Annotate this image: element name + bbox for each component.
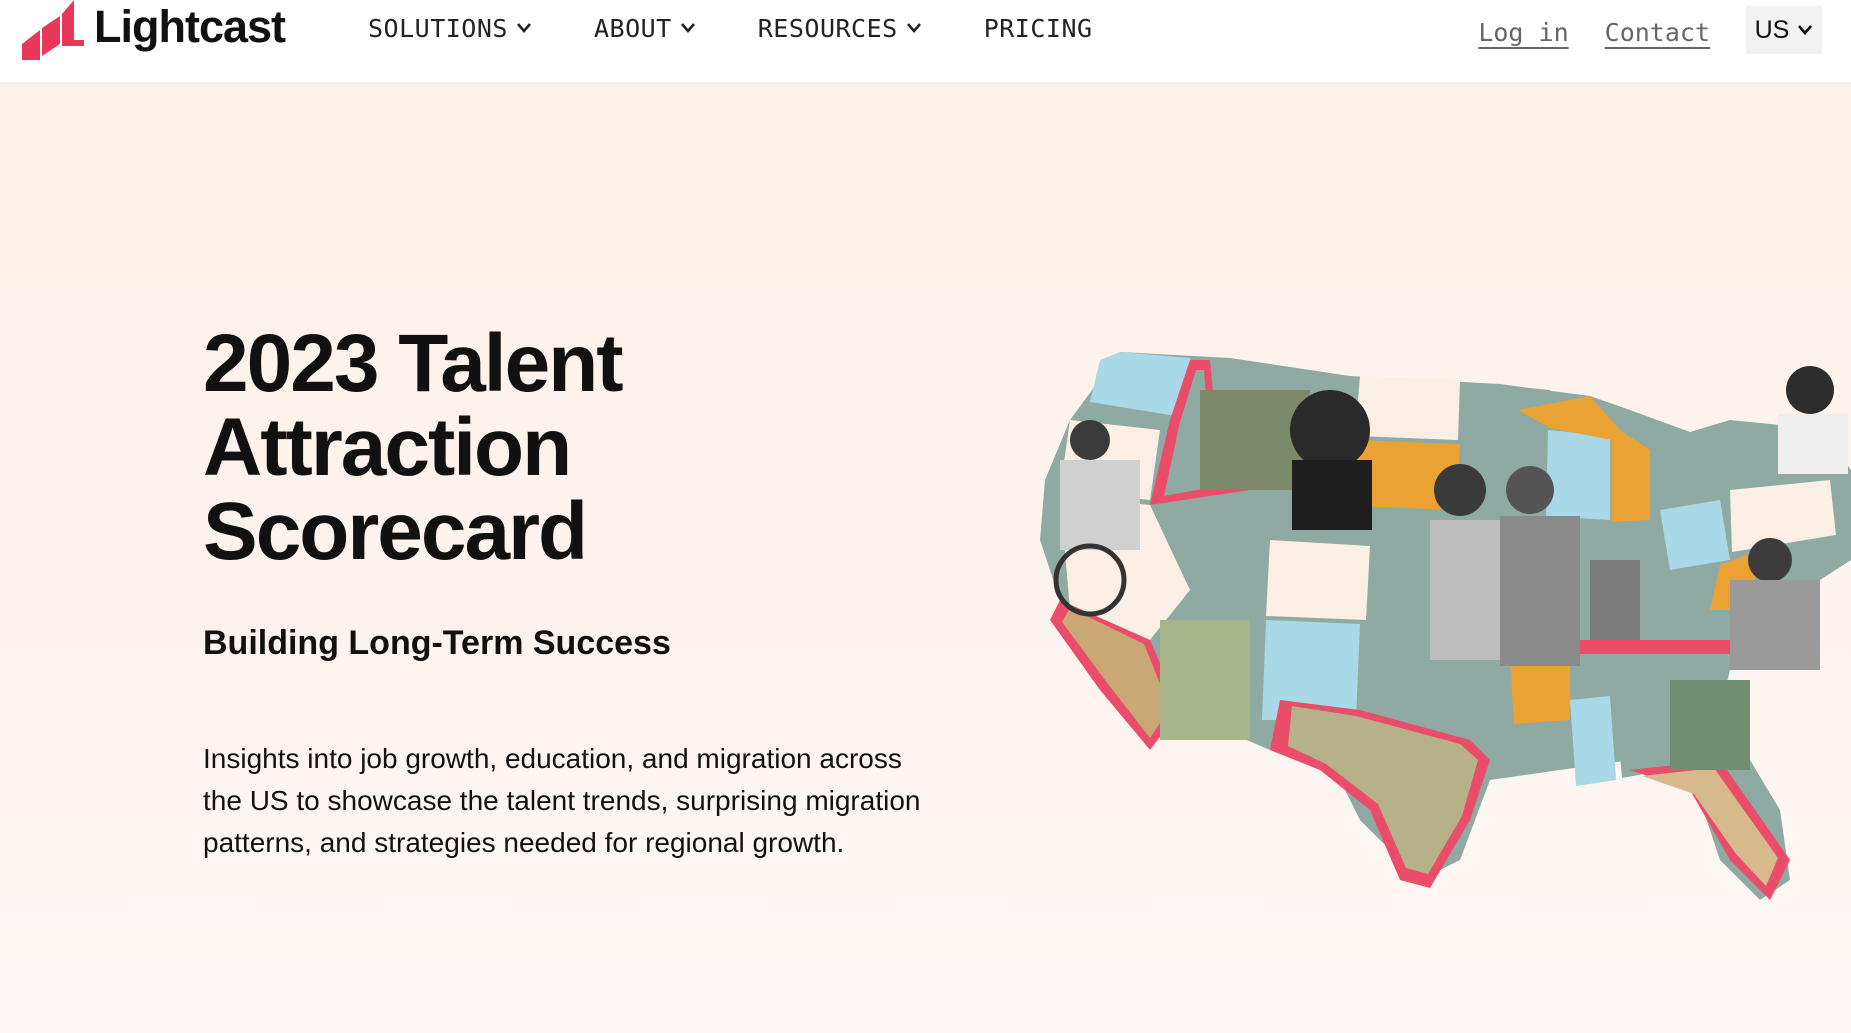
nav-pricing-label: PRICING: [983, 13, 1093, 43]
photo-person-man2-head: [1506, 466, 1554, 514]
state-colorado-shape: [1266, 540, 1370, 620]
chevron-down-icon: [1798, 25, 1813, 35]
photo-person-woman-head: [1434, 464, 1486, 516]
photo-person-wheelchair-head: [1070, 420, 1110, 460]
hero-title-line-2: Attraction: [203, 402, 572, 493]
header-utility-links: Log in Contact US: [1478, 6, 1851, 54]
state-ohio-shape: [1660, 500, 1730, 570]
hero-description: Insights into job growth, education, and…: [203, 743, 921, 858]
locale-selector[interactable]: US: [1746, 6, 1822, 54]
chevron-down-icon: [906, 23, 921, 33]
photo-tile-palm: [1670, 680, 1750, 770]
photo-person-wheelchair-body: [1060, 460, 1140, 550]
nav-solutions[interactable]: SOLUTIONS: [368, 10, 532, 46]
photo-tile-cactus: [1160, 620, 1250, 740]
chevron-down-icon: [680, 23, 695, 33]
main-nav: SOLUTIONS ABOUT RESOURCES PRICING: [368, 10, 1093, 46]
hero-title: 2023 Talent Attraction Scorecard: [203, 322, 803, 574]
photo-person-nurse-body: [1730, 580, 1820, 670]
brand-name: Lightcast: [94, 1, 286, 52]
hero-title-line-3: Scorecard: [203, 486, 588, 577]
state-mississippi-shape: [1570, 696, 1616, 786]
us-map-collage-svg: [1040, 352, 1851, 900]
state-arkansas-shape: [1510, 656, 1570, 724]
state-wisconsin-shape: [1546, 430, 1610, 520]
hero-title-line-1: 2023 Talent: [203, 318, 624, 409]
photo-person-woman2-head: [1786, 366, 1834, 414]
nav-resources-label: RESOURCES: [757, 13, 898, 43]
nav-solutions-label: SOLUTIONS: [368, 13, 508, 43]
lightcast-logo[interactable]: Lightcast: [22, 0, 286, 60]
nav-about-label: ABOUT: [593, 13, 672, 43]
nav-pricing[interactable]: PRICING: [984, 10, 1093, 46]
photo-person-man2-body: [1500, 516, 1580, 666]
site-header: Lightcast SOLUTIONS ABOUT RESOURCES PRIC…: [0, 0, 1851, 82]
login-link[interactable]: Log in: [1478, 18, 1568, 47]
nav-about[interactable]: ABOUT: [594, 10, 696, 46]
lightcast-logo-icon: [22, 0, 84, 60]
state-tennessee-shape: [1570, 640, 1730, 654]
nav-resources[interactable]: RESOURCES: [758, 10, 922, 46]
photo-person-woman-body: [1430, 520, 1500, 660]
chevron-down-icon: [516, 23, 531, 33]
contact-link[interactable]: Contact: [1605, 18, 1710, 47]
state-north-dakota-shape: [1355, 376, 1460, 440]
hero-subtitle: Building Long-Term Success: [203, 624, 671, 662]
photo-person-man-body: [1292, 460, 1372, 530]
us-map-collage-illustration: [1030, 340, 1851, 900]
photo-person-woman2-body: [1778, 414, 1848, 474]
photo-person-man-glasses: [1290, 390, 1370, 470]
photo-person-nurse-head: [1748, 538, 1792, 582]
photo-tile-city: [1590, 560, 1640, 640]
locale-label: US: [1754, 15, 1790, 44]
